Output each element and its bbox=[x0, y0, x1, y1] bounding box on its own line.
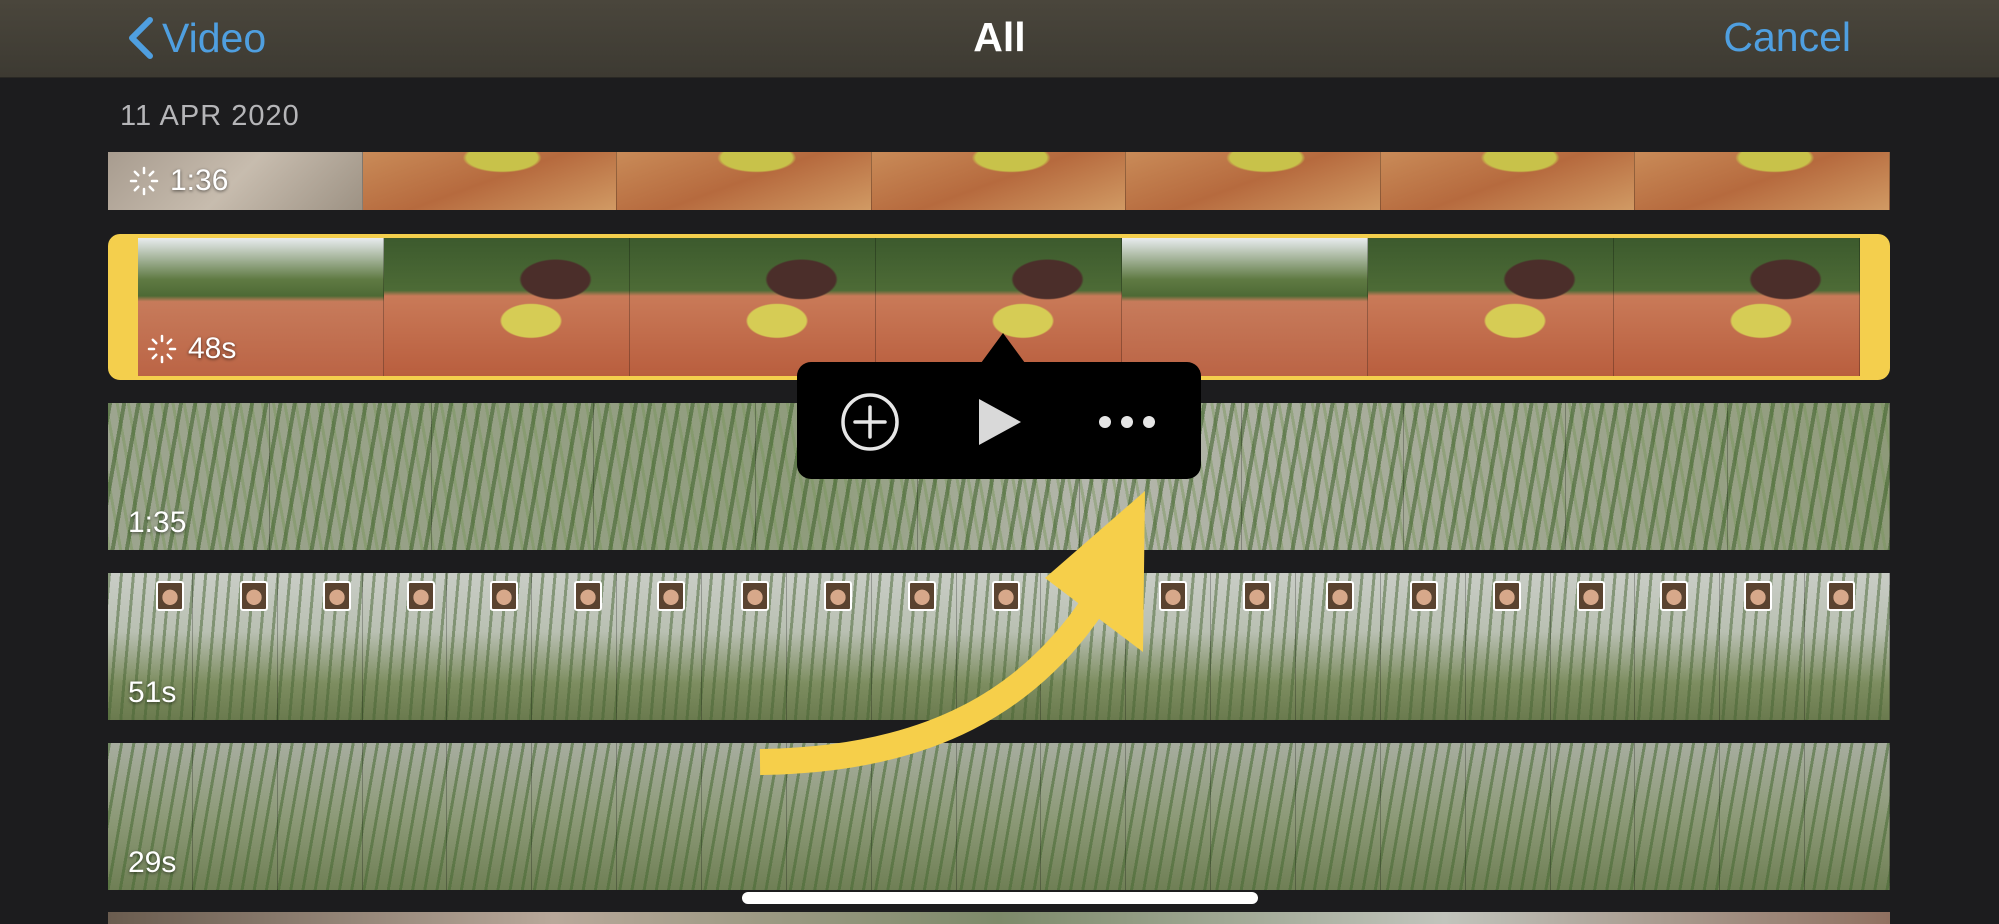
clip-frame bbox=[630, 238, 876, 376]
face-thumbnail-icon bbox=[156, 581, 184, 611]
clip-thumbnail-strip bbox=[108, 743, 1890, 890]
clip-thumbnail-strip bbox=[108, 152, 1890, 210]
clip-frame bbox=[1380, 152, 1636, 210]
clip-frame bbox=[1041, 573, 1127, 720]
face-thumbnail-icon bbox=[1159, 581, 1187, 611]
video-clip-row[interactable]: 29s bbox=[108, 743, 1890, 890]
cancel-button[interactable]: Cancel bbox=[1723, 14, 1851, 61]
face-thumbnail-icon bbox=[323, 581, 351, 611]
face-thumbnail-icon bbox=[657, 581, 685, 611]
clip-duration-label: 1:36 bbox=[170, 164, 229, 197]
date-section-header: 11 APR 2020 bbox=[120, 100, 300, 132]
face-thumbnail-icon bbox=[1827, 581, 1855, 611]
navigation-bar: Video All Cancel bbox=[0, 0, 1999, 78]
clip-frame bbox=[532, 743, 618, 890]
face-thumbnail-icon bbox=[407, 581, 435, 611]
loading-spinner-icon bbox=[147, 334, 177, 364]
face-thumbnail-icon bbox=[1744, 581, 1772, 611]
clip-frame bbox=[1126, 152, 1381, 210]
clip-duration-label: 29s bbox=[128, 846, 177, 879]
clip-frame bbox=[1635, 743, 1721, 890]
clip-frame bbox=[1805, 743, 1890, 890]
video-clip-row[interactable]: 1:36 bbox=[108, 152, 1890, 210]
video-clip-row[interactable] bbox=[108, 912, 1890, 924]
clip-frame bbox=[1122, 238, 1368, 376]
play-button[interactable] bbox=[966, 390, 1030, 454]
page-title: All bbox=[973, 14, 1026, 60]
clip-frame bbox=[362, 152, 618, 210]
face-thumbnail-icon bbox=[1577, 581, 1605, 611]
trim-handle-left[interactable] bbox=[112, 238, 138, 376]
clip-duration-label: 48s bbox=[188, 332, 237, 365]
clip-frame bbox=[787, 743, 872, 890]
clip-frame bbox=[1566, 403, 1728, 550]
play-icon bbox=[979, 399, 1021, 445]
face-thumbnail-icon bbox=[992, 581, 1020, 611]
clip-frame bbox=[702, 743, 787, 890]
clip-duration: 1:36 bbox=[128, 164, 228, 198]
face-thumbnail-icon bbox=[490, 581, 518, 611]
clip-frame bbox=[1466, 743, 1551, 890]
clip-frame bbox=[1211, 743, 1297, 890]
face-thumbnail-icon bbox=[824, 581, 852, 611]
popup-pointer bbox=[981, 333, 1025, 363]
clip-frame bbox=[1404, 403, 1566, 550]
clip-frame bbox=[1614, 238, 1860, 376]
trim-handle-right[interactable] bbox=[1860, 238, 1886, 376]
face-thumbnail-icon bbox=[741, 581, 769, 611]
add-circle-icon bbox=[841, 393, 899, 451]
clip-frame bbox=[384, 238, 630, 376]
face-thumbnail-icon bbox=[1243, 581, 1271, 611]
clip-frame bbox=[1242, 403, 1404, 550]
clip-frame bbox=[1126, 743, 1212, 890]
face-thumbnail-icon bbox=[908, 581, 936, 611]
clip-frame bbox=[447, 743, 533, 890]
home-indicator bbox=[742, 892, 1258, 904]
clip-frame bbox=[617, 743, 703, 890]
clip-frame bbox=[1635, 152, 1890, 210]
face-thumbnail-icon bbox=[1660, 581, 1688, 611]
face-thumbnail-icon bbox=[1410, 581, 1438, 611]
clip-frame bbox=[1728, 403, 1890, 550]
clip-frame bbox=[871, 152, 1127, 210]
clip-frame bbox=[1381, 743, 1466, 890]
clip-frame bbox=[278, 743, 363, 890]
clip-frame bbox=[594, 403, 756, 550]
clip-duration: 48s bbox=[146, 332, 236, 366]
clip-frame bbox=[617, 152, 872, 210]
more-icon bbox=[1099, 416, 1155, 428]
more-options-button[interactable] bbox=[1095, 390, 1159, 454]
clip-frame bbox=[1551, 743, 1636, 890]
face-thumbnail-icon bbox=[574, 581, 602, 611]
clip-duration-label: 1:35 bbox=[128, 506, 187, 539]
clip-frame bbox=[1368, 238, 1614, 376]
clip-frame bbox=[1720, 743, 1806, 890]
clip-frame bbox=[872, 743, 957, 890]
clip-frame bbox=[1041, 743, 1127, 890]
face-thumbnail-icon bbox=[240, 581, 268, 611]
clip-frame bbox=[432, 403, 594, 550]
face-thumbnail-icon bbox=[1493, 581, 1521, 611]
clip-frame bbox=[270, 403, 432, 550]
clip-frame bbox=[363, 743, 448, 890]
face-thumbnail-icon bbox=[1326, 581, 1354, 611]
video-clip-row[interactable]: 51s bbox=[108, 573, 1890, 720]
clip-frame bbox=[1296, 743, 1381, 890]
clip-frame bbox=[957, 743, 1042, 890]
loading-spinner-icon bbox=[129, 166, 159, 196]
clip-frame bbox=[193, 743, 278, 890]
add-to-project-button[interactable] bbox=[838, 390, 902, 454]
clip-duration-label: 51s bbox=[128, 676, 177, 709]
